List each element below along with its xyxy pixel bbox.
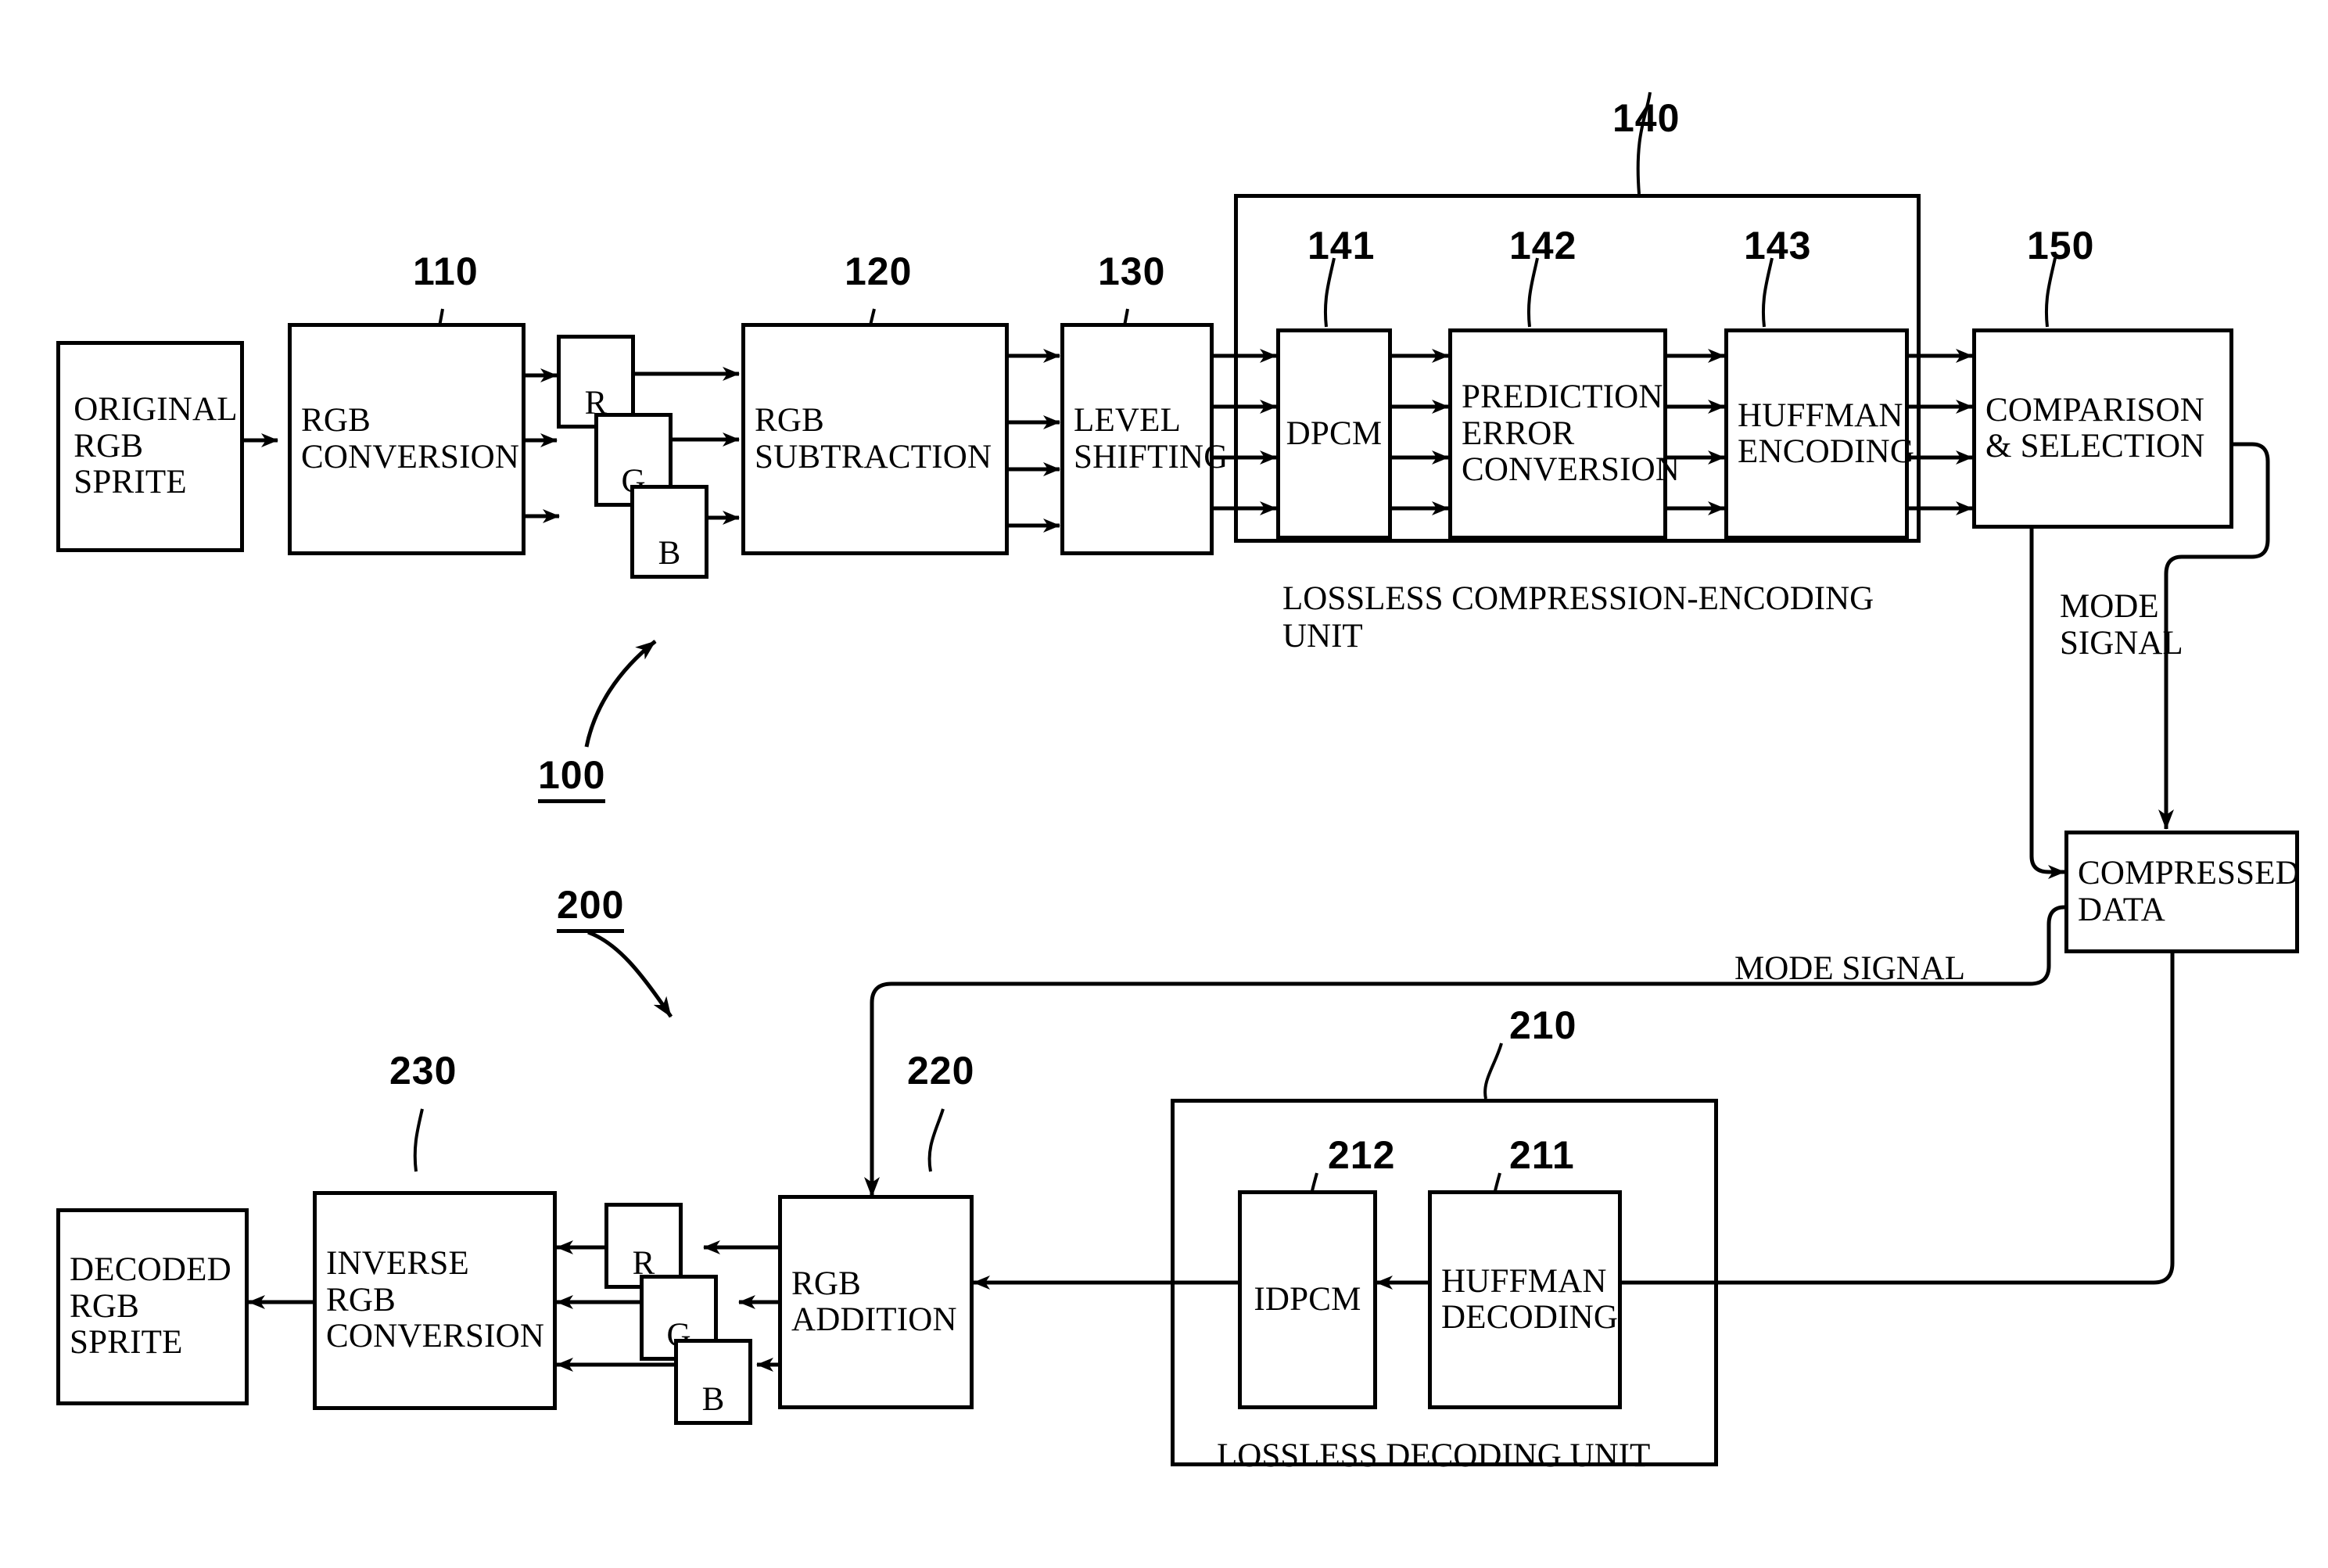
block-original-rgb-sprite: ORIGINAL RGB SPRITE (56, 341, 244, 552)
block-level-shifting: LEVEL SHIFTING (1060, 323, 1228, 555)
block-comparison-selection: COMPARISON & SELECTION (1972, 328, 2233, 529)
block-label: RGB ADDITION (791, 1265, 957, 1338)
block-label: INVERSE RGB CONVERSION (326, 1245, 545, 1355)
ref-140: 140 (1612, 96, 1681, 140)
block-rgb-subtraction: RGB SUBTRACTION (741, 323, 1009, 555)
block-dpcm: DPCM (1276, 328, 1392, 540)
group-caption-lossless-decoding-unit: LOSSLESS DECODING UNIT (1217, 1437, 1651, 1474)
channel-label: B (701, 1381, 725, 1418)
ref-230: 230 (389, 1049, 457, 1093)
block-label: RGB CONVERSION (301, 402, 520, 475)
block-idpcm: IDPCM (1238, 1190, 1377, 1409)
label-mode-signal-encoder: MODE SIGNAL (2060, 588, 2183, 662)
ref-220: 220 (907, 1049, 975, 1093)
ref-212: 212 (1328, 1133, 1396, 1177)
block-huffman-decoding: HUFFMAN DECODING (1428, 1190, 1622, 1409)
block-compressed-data: COMPRESSED DATA (2064, 831, 2300, 953)
block-inverse-rgb-conversion: INVERSE RGB CONVERSION (313, 1191, 557, 1410)
ref-141: 141 (1307, 224, 1376, 267)
channel-box-b-decoder: B (674, 1339, 752, 1425)
ref-200: 200 (557, 882, 625, 933)
block-label: ORIGINAL RGB SPRITE (74, 391, 238, 501)
ref-211: 211 (1509, 1133, 1575, 1177)
patent-figure-canvas: ORIGINAL RGB SPRITE 110 RGB CONVERSION R… (0, 0, 2328, 1568)
block-prediction-error-conversion: PREDICTION ERROR CONVERSION (1448, 328, 1680, 540)
group-caption-lossless-compression-encoding-unit: LOSSLESS COMPRESSION-ENCODING UNIT (1282, 580, 1874, 655)
channel-label: B (658, 535, 681, 572)
ref-110: 110 (413, 249, 479, 293)
ref-210: 210 (1509, 1003, 1577, 1047)
block-label: HUFFMAN ENCODING (1738, 396, 1915, 470)
ref-142: 142 (1509, 224, 1577, 267)
block-label: DECODED RGB SPRITE (70, 1251, 231, 1362)
block-rgb-conversion: RGB CONVERSION (288, 323, 526, 555)
block-label: COMPARISON & SELECTION (1985, 391, 2205, 465)
block-label: RGB SUBTRACTION (755, 402, 992, 475)
ref-143: 143 (1744, 224, 1812, 267)
label-mode-signal-feedback: MODE SIGNAL (1734, 950, 1966, 987)
block-label: HUFFMAN DECODING (1441, 1262, 1619, 1336)
block-huffman-encoding: HUFFMAN ENCODING (1724, 328, 1914, 540)
channel-box-b: B (630, 485, 708, 579)
block-decoded-rgb-sprite: DECODED RGB SPRITE (56, 1208, 249, 1405)
block-rgb-addition: RGB ADDITION (778, 1195, 974, 1409)
ref-150: 150 (2027, 224, 2095, 267)
block-label: IDPCM (1254, 1280, 1361, 1318)
ref-120: 120 (845, 249, 913, 293)
block-label: DPCM (1286, 414, 1383, 452)
ref-130: 130 (1098, 249, 1166, 293)
block-label: PREDICTION ERROR CONVERSION (1462, 379, 1681, 489)
block-label: LEVEL SHIFTING (1074, 402, 1229, 475)
ref-100: 100 (538, 752, 606, 803)
block-label: COMPRESSED DATA (2078, 855, 2300, 928)
